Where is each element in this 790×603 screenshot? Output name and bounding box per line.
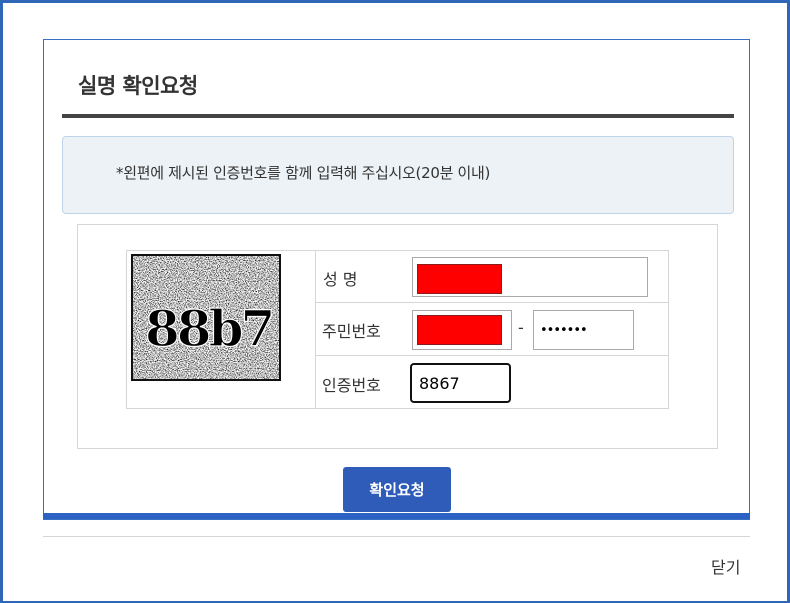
table-border-left — [126, 250, 127, 409]
dialog-title: 실명 확인요청 — [78, 74, 198, 98]
verification-code-input[interactable] — [410, 363, 511, 403]
captcha-text: 88b7 — [145, 299, 272, 358]
dialog-accent-bar — [43, 513, 750, 519]
confirm-request-button[interactable]: 확인요청 — [343, 467, 451, 512]
table-border-right — [668, 250, 669, 409]
code-label: 인증번호 — [322, 376, 381, 395]
table-border-top — [126, 250, 669, 251]
table-border-bottom — [126, 408, 669, 409]
name-label: 성 명 — [323, 270, 358, 289]
table-row-divider — [315, 302, 669, 303]
title-divider — [62, 114, 734, 118]
table-divider-vertical — [315, 250, 316, 409]
captcha-image: 88b7 — [131, 254, 281, 381]
close-link[interactable]: 닫기 — [711, 554, 740, 578]
name-redaction — [417, 264, 502, 294]
rrn-separator: - — [518, 318, 524, 337]
rrn-front-redaction — [417, 315, 502, 345]
rrn-label: 주민번호 — [322, 322, 381, 341]
rrn-back-field[interactable] — [533, 310, 634, 350]
footer-divider — [43, 536, 750, 537]
table-row-divider — [315, 355, 669, 356]
notice-text: *왼편에 제시된 인증번호를 함께 입력해 주십시오(20분 이내) — [116, 164, 491, 182]
